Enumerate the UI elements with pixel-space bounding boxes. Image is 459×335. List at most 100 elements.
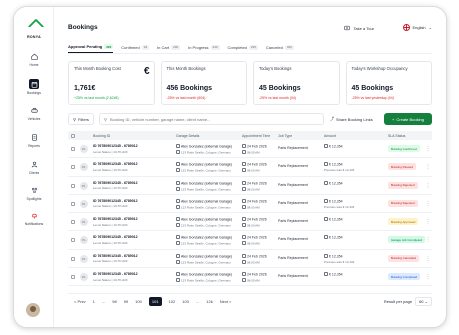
table-row[interactable]: PL ID 767809012345 - 6789012 Lexus Nature … [68,231,432,250]
garage-name: Alex Gonzalez (external Garage) [181,162,232,167]
location-icon [176,168,180,173]
take-tour-button[interactable]: Take a Tour [344,25,374,31]
tab-label: In Cart [157,44,170,50]
more-options-icon[interactable]: ⋮ [426,146,431,152]
header-garage-details: Garage Details [176,133,200,138]
status-badge: Booking Rejected [388,181,418,189]
booking-id: ID 767809012345 - 6789012 [93,235,138,240]
sidebar-item-reports[interactable]: Reports [18,132,50,148]
table-row[interactable]: PL ID 767809012345 - 6789012 Lexus Nature … [68,158,432,177]
appointment-time: 08:00 AM [247,168,260,173]
page-button[interactable]: 103 [182,299,189,304]
clock-icon [242,259,246,264]
garage-address: 123 Rotte Straße, Cologne, Germany [181,150,231,155]
appointment-cell: 24 Feb 2026 08:00 AM [242,235,267,246]
car-icon [29,105,39,115]
next-button[interactable]: Next > [220,299,232,304]
avatar[interactable] [26,303,40,317]
sidebar-item-label: Vehicles [27,116,41,121]
row-checkbox[interactable] [71,147,75,151]
rpp-label: Result per page [383,299,413,304]
more-options-icon[interactable]: ⋮ [426,219,431,225]
sidebar-item-notifications[interactable]: Notifications [18,210,50,226]
page-button[interactable]: 99 [124,299,128,304]
flag-icon [402,24,410,31]
garage-name: Alex Gonzalez (external Garage) [181,199,232,204]
select-all-checkbox[interactable] [71,133,75,138]
row-avatar: PL [80,199,88,208]
more-options-icon[interactable]: ⋮ [426,183,431,189]
row-checkbox[interactable] [71,201,75,206]
page-button[interactable]: 102 [169,299,176,304]
clock-icon [242,150,246,154]
page-button[interactable]: 12k [206,299,212,304]
page-button[interactable]: 1 [93,299,95,304]
calendar-icon [29,79,39,89]
appointment-time: 08:00 AM [247,205,260,210]
tab-completed[interactable]: Completed 235 [228,44,258,53]
tab-count-badge: 34 [141,44,150,50]
more-options-icon[interactable]: ⋮ [426,256,431,262]
row-checkbox[interactable] [71,183,75,188]
more-options-icon[interactable]: ⋮ [426,274,431,280]
row-checkbox[interactable] [71,220,75,225]
more-options-icon[interactable]: ⋮ [426,164,431,170]
main-content: Bookings Take a Tour English ⌄ Approval … [54,7,446,327]
price-icon [324,144,328,148]
more-options-icon[interactable]: ⋮ [426,201,431,207]
header-sla-status: SLA Status [388,133,406,138]
top-bar: Bookings Take a Tour English ⌄ [68,23,432,35]
page-ellipsis: ... [101,299,106,304]
row-checkbox[interactable] [71,256,75,261]
share-label: Share Booking Links [336,116,373,122]
sidebar-item-spotlights[interactable]: Spotlights [18,185,50,201]
appointment-date: 24 Feb 2026 [247,254,267,259]
row-checkbox[interactable] [71,165,75,170]
row-avatar: PL [80,273,88,282]
sidebar-item-label: Bookings [27,90,41,95]
vehicle-info: Lexus Nature | 10-TK-023 [93,167,128,172]
sidebar-item-clients[interactable]: Clients [18,159,50,175]
table-row[interactable]: PL ID 767809012345 - 6789012 Lexus Nature … [68,195,432,214]
page-button[interactable]: 100 [135,299,142,304]
table-row[interactable]: PL ID 767809012345 - 6789012 Lexus Nature … [68,140,432,159]
row-checkbox[interactable] [71,275,75,280]
table-row[interactable]: PL ID 767809012345 - 6789012 Lexus Nature … [68,250,432,269]
search-input[interactable] [109,116,310,122]
appointment-time: 08:00 AM [247,260,260,265]
calendar-icon [242,253,246,258]
tab-confirmed[interactable]: Confirmed 34 [121,44,150,53]
garage-cell: Alex Gonzalez (external Garage) 123 Rotte… [176,144,232,155]
sla-cell: Booking Confirmed [388,145,420,152]
row-checkbox[interactable] [71,238,75,243]
create-booking-button[interactable]: + Create Booking [384,113,432,125]
page-button[interactable]: 101 [148,297,162,306]
vehicle-info: Lexus Nature | 10-TK-023 [93,240,128,245]
table-row[interactable]: PL ID 767809012345 - 6789012 Lexus Nature … [68,213,432,232]
sidebar-item-home[interactable]: Home [18,51,50,67]
share-booking-links-button[interactable]: ⤴ Share Booking Links [330,113,376,125]
sidebar-item-vehicles[interactable]: Vehicles [18,105,50,121]
tab-in-cart[interactable]: In Cart 230 [157,44,181,53]
amount-cell: € 12,354 [324,235,343,240]
tab-canceled[interactable]: Canceled 320 [266,44,294,53]
rpp-select[interactable]: 60 ⌄ [415,297,432,306]
filters-button[interactable]: ⚲ Filters [68,113,94,125]
job-type: Parts Replacement [278,274,308,279]
toolbar: ⚲ Filters ⚲ ⤴ Share Booking Links + Crea… [68,113,432,125]
tab-in-progress[interactable]: In Progress 240 [188,44,220,53]
sidebar-item-bookings[interactable]: Bookings [18,79,50,95]
appointment-cell: 24 Feb 2026 08:00 AM [242,253,267,265]
appointment-time: 08:00 AM [247,223,260,228]
amount: € 12,354 [329,199,343,204]
page-button[interactable]: 98 [112,299,116,304]
amount: € 12,354 [329,162,343,167]
language-select[interactable]: English ⌄ [402,24,432,31]
row-avatar: PL [80,163,88,172]
more-options-icon[interactable]: ⋮ [426,237,431,243]
tab-approval-pending[interactable]: Approval Pending 320 [68,44,114,53]
table-row[interactable]: PL ID 767809012345 - 6789012 Lexus Nature … [68,177,432,195]
prev-button[interactable]: < Prev [74,299,86,304]
table-row[interactable]: PL ID 767809012345 - 6789012 Lexus Nature … [68,268,432,287]
card-trend: -25% vs last month (604) [166,96,206,100]
